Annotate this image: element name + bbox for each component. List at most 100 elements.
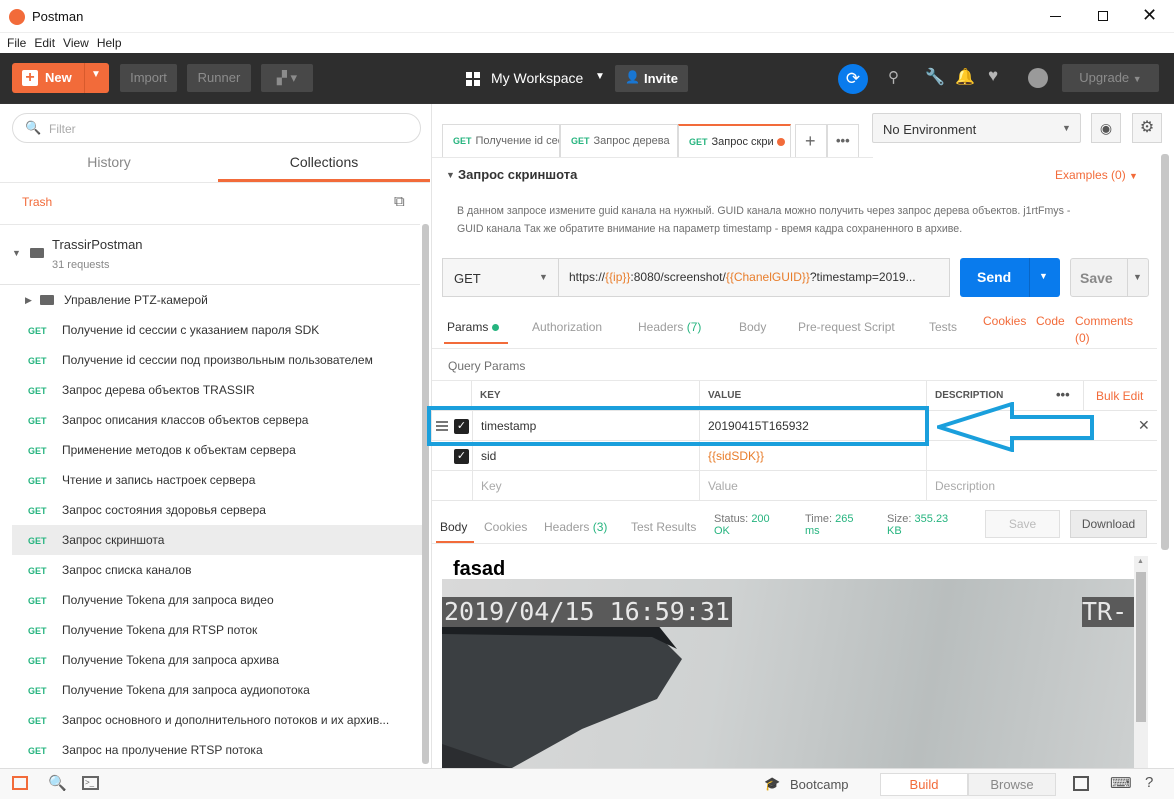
- sidebar-request-item[interactable]: GET Запрос скриншота: [12, 525, 426, 555]
- tab-request-1[interactable]: GETПолучение id сессии: [442, 124, 560, 157]
- bootcamp-link[interactable]: Bootcamp: [790, 777, 849, 792]
- heart-icon[interactable]: ♥: [988, 66, 998, 86]
- satellite-icon[interactable]: ⚲: [888, 68, 899, 86]
- url-input[interactable]: https://{{ip}}:8080/screenshot/{{ChanelG…: [558, 258, 950, 297]
- sidebar-request-item[interactable]: GET Получение Tokena для запроса архива: [12, 645, 426, 675]
- runner-button[interactable]: Runner: [187, 64, 251, 92]
- sidebar-scrollbar[interactable]: [422, 224, 429, 764]
- sidebar-request-item[interactable]: GET Запрос дерева объектов TRASSIR: [12, 375, 426, 405]
- main-scrollbar[interactable]: [1161, 154, 1169, 550]
- workspace-selector[interactable]: My Workspace: [491, 70, 583, 86]
- response-scroll-thumb[interactable]: [1136, 572, 1146, 722]
- tab-headers[interactable]: Headers (7): [638, 320, 701, 334]
- keyboard-shortcuts-icon[interactable]: ⌨: [1110, 774, 1132, 792]
- tab-request-3-active[interactable]: GET Запрос скри: [678, 124, 791, 157]
- minimize-button[interactable]: [1050, 16, 1061, 17]
- tab-prerequest[interactable]: Pre-request Script: [798, 320, 895, 334]
- tab-collections[interactable]: Collections: [218, 154, 430, 182]
- filter-input-wrapper[interactable]: 🔍 Filter: [12, 113, 421, 143]
- tab-body[interactable]: Body: [739, 320, 766, 334]
- tab-history[interactable]: History: [0, 154, 218, 182]
- cookies-link[interactable]: Cookies: [983, 314, 1026, 328]
- new-value-input[interactable]: Value: [700, 471, 927, 501]
- tab-authorization[interactable]: Authorization: [532, 320, 602, 334]
- console-icon[interactable]: >_: [82, 776, 99, 790]
- response-tab-headers[interactable]: Headers (3): [544, 520, 607, 534]
- send-dropdown-icon[interactable]: ▼: [1039, 271, 1048, 281]
- sidebar-request-item[interactable]: GET Запрос основного и дополнительного по…: [12, 705, 426, 735]
- sidebar-toggle-icon[interactable]: [12, 776, 28, 790]
- response-save-button[interactable]: Save: [985, 510, 1060, 538]
- avatar[interactable]: [1028, 68, 1048, 88]
- collapse-request-icon[interactable]: ▼: [446, 170, 455, 180]
- delete-param-icon[interactable]: ✕: [1138, 417, 1150, 434]
- workspace-dropdown-icon[interactable]: ▼: [595, 71, 605, 82]
- sidebar-request-item[interactable]: GET Получение Tokena для запроса видео: [12, 585, 426, 615]
- sync-icon[interactable]: ⟳: [838, 64, 868, 94]
- upgrade-button[interactable]: Upgrade ▼: [1062, 64, 1159, 92]
- add-tab-button[interactable]: +: [795, 124, 827, 157]
- examples-link[interactable]: Examples (0) ▼: [1055, 168, 1138, 182]
- menu-view[interactable]: View: [59, 33, 93, 50]
- close-window-button[interactable]: ✕: [1142, 5, 1157, 26]
- sidebar-request-item[interactable]: GET Чтение и запись настроек сервера: [12, 465, 426, 495]
- collapse-arrow-icon[interactable]: ▼: [12, 248, 21, 258]
- tab-tests[interactable]: Tests: [929, 320, 957, 334]
- sidebar-request-item[interactable]: GET Получение id сессии с указанием парол…: [12, 315, 426, 345]
- help-icon[interactable]: ?: [1145, 774, 1153, 791]
- method-select[interactable]: GET ▼: [442, 258, 559, 297]
- menu-help[interactable]: Help: [93, 33, 126, 50]
- sidebar-request-item[interactable]: GET Применение методов к объектам сервера: [12, 435, 426, 465]
- save-dropdown-icon[interactable]: ▼: [1133, 272, 1142, 282]
- invite-button[interactable]: 👤 Invite: [615, 65, 688, 92]
- column-options-icon[interactable]: •••: [1056, 388, 1070, 401]
- sidebar-request-item[interactable]: GET Запрос списка каналов: [12, 555, 426, 585]
- download-button[interactable]: Download: [1070, 510, 1147, 538]
- comments-link[interactable]: Comments: [1075, 314, 1133, 328]
- response-tab-body[interactable]: Body: [440, 520, 467, 534]
- sidebar-request-item[interactable]: GET Запрос состояния здоровья сервера: [12, 495, 426, 525]
- sidebar-request-item[interactable]: GET Запрос описания классов объектов серв…: [12, 405, 426, 435]
- sidebar-request-item[interactable]: GET Получение id сессии под произвольным …: [12, 345, 426, 375]
- new-description-input[interactable]: Description: [927, 471, 1157, 501]
- trash-link[interactable]: Trash: [22, 195, 52, 209]
- param-row-new[interactable]: Key Value Description: [432, 471, 1157, 501]
- eye-icon[interactable]: ◉: [1091, 113, 1121, 143]
- menu-edit[interactable]: Edit: [30, 33, 59, 50]
- filter-input[interactable]: Filter: [49, 122, 76, 136]
- gear-icon[interactable]: ⚙: [1132, 113, 1162, 143]
- two-pane-icon[interactable]: [1073, 776, 1089, 791]
- find-icon[interactable]: 🔍: [48, 774, 67, 792]
- tab-params[interactable]: Params: [447, 320, 499, 334]
- wrench-icon[interactable]: 🔧: [925, 67, 945, 87]
- browse-toggle[interactable]: Browse: [968, 773, 1056, 796]
- bulk-edit-link[interactable]: Bulk Edit: [1096, 389, 1143, 403]
- folder-item[interactable]: ▶ Управление PTZ-камерой: [0, 285, 420, 315]
- send-button[interactable]: Send ▼: [960, 258, 1060, 297]
- response-tab-test-results[interactable]: Test Results: [631, 520, 696, 534]
- new-collection-icon[interactable]: ⧉: [394, 193, 405, 210]
- scroll-up-icon[interactable]: ▲: [1137, 558, 1144, 565]
- response-scrollbar[interactable]: ▲: [1134, 556, 1148, 768]
- collection-item[interactable]: ▼ TrassirPostman 31 requests: [0, 225, 420, 285]
- param-checkbox-sid[interactable]: ✓: [454, 449, 469, 464]
- code-link[interactable]: Code: [1036, 314, 1065, 328]
- save-button[interactable]: Save ▼: [1070, 258, 1149, 297]
- new-key-input[interactable]: Key: [472, 471, 700, 501]
- maximize-button[interactable]: [1098, 11, 1108, 21]
- import-button[interactable]: Import: [120, 64, 177, 92]
- new-window-button[interactable]: ▞ ▾: [261, 64, 313, 92]
- bootcamp-icon[interactable]: 🎓: [764, 776, 780, 792]
- bell-icon[interactable]: 🔔: [955, 67, 975, 87]
- tab-request-2[interactable]: GET Запрос дерева: [560, 124, 678, 157]
- tab-options-icon[interactable]: •••: [827, 124, 859, 157]
- expand-arrow-icon[interactable]: ▶: [25, 285, 32, 315]
- menu-file[interactable]: File: [0, 33, 30, 50]
- response-tab-cookies[interactable]: Cookies: [484, 520, 527, 534]
- environment-select[interactable]: No Environment ▼: [872, 113, 1081, 143]
- sidebar-request-item[interactable]: GET Получение Tokena для RTSP поток: [12, 615, 426, 645]
- new-button[interactable]: + New ▼: [12, 63, 109, 93]
- sidebar-request-item[interactable]: GET Запрос на пролучение RTSP потока: [12, 735, 426, 765]
- build-toggle[interactable]: Build: [880, 773, 968, 796]
- new-dropdown-icon[interactable]: ▼: [91, 69, 101, 80]
